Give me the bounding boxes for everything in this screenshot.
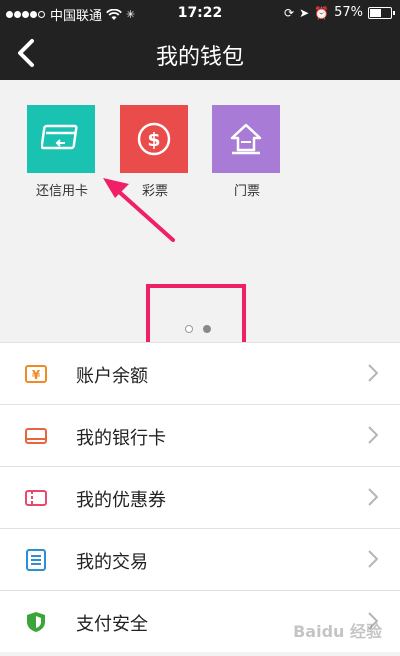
menu-item-bank-cards[interactable]: 我的银行卡: [0, 404, 400, 466]
menu-item-label: 我的银行卡: [76, 428, 166, 449]
bank-card-icon: [25, 428, 47, 444]
menu-item-account-balance[interactable]: ¥ 账户余额: [0, 342, 400, 404]
tile-icon-box: $: [120, 105, 188, 173]
menu-item-label: 我的交易: [76, 552, 148, 573]
svg-text:$: $: [147, 129, 160, 151]
menu-item-label: 账户余额: [76, 366, 148, 387]
ticket-house-icon: [230, 123, 262, 155]
chevron-right-icon: [368, 488, 378, 506]
page-title: 我的钱包: [155, 45, 244, 70]
tile-label: 门票: [233, 184, 260, 199]
alarm-icon: ⏰: [314, 5, 330, 20]
svg-text:¥: ¥: [32, 368, 41, 382]
battery-icon: [368, 6, 395, 19]
battery-percent: 57%: [334, 5, 363, 20]
tile-tickets[interactable]: 门票: [212, 105, 282, 199]
yuan-balance-icon: ¥: [25, 365, 47, 383]
tile-icon-box: [27, 105, 95, 173]
menu-item-coupons[interactable]: 我的优惠券: [0, 466, 400, 528]
credit-card-icon: [41, 124, 78, 150]
chevron-right-icon: [368, 364, 378, 382]
security-shield-icon: [27, 612, 45, 632]
nav-bar: 我的钱包: [0, 27, 400, 80]
tile-icon-box: [212, 105, 280, 173]
menu-item-transactions[interactable]: 我的交易: [0, 528, 400, 590]
status-bar: 中国联通 ✳ 17:22 ⟳ ➤ ⏰ 57%: [0, 0, 400, 27]
rotation-lock-icon: ⟳: [284, 5, 295, 20]
annotation-highlight-box: [146, 284, 246, 348]
services-grid: 还信用卡 $ 彩票 门票: [0, 80, 400, 348]
annotation-arrow: [103, 178, 175, 242]
chevron-right-icon: [368, 550, 378, 568]
status-right: ⟳ ➤ ⏰ 57%: [284, 5, 395, 20]
tile-repay-credit-card[interactable]: 还信用卡: [27, 105, 97, 199]
lottery-dollar-icon: $: [137, 122, 171, 156]
transactions-list-icon: [26, 549, 46, 571]
menu-item-label: 支付安全: [76, 614, 148, 635]
wallet-menu-list: ¥ 账户余额 我的银行卡 我的优惠券 我的交易 支付安全: [0, 342, 400, 652]
watermark: Baidu 经验: [293, 622, 382, 641]
coupon-icon: [25, 490, 47, 506]
menu-item-label: 我的优惠券: [76, 490, 166, 511]
tile-label: 还信用卡: [35, 184, 88, 199]
location-arrow-icon: ➤: [299, 5, 310, 20]
chevron-right-icon: [368, 426, 378, 444]
